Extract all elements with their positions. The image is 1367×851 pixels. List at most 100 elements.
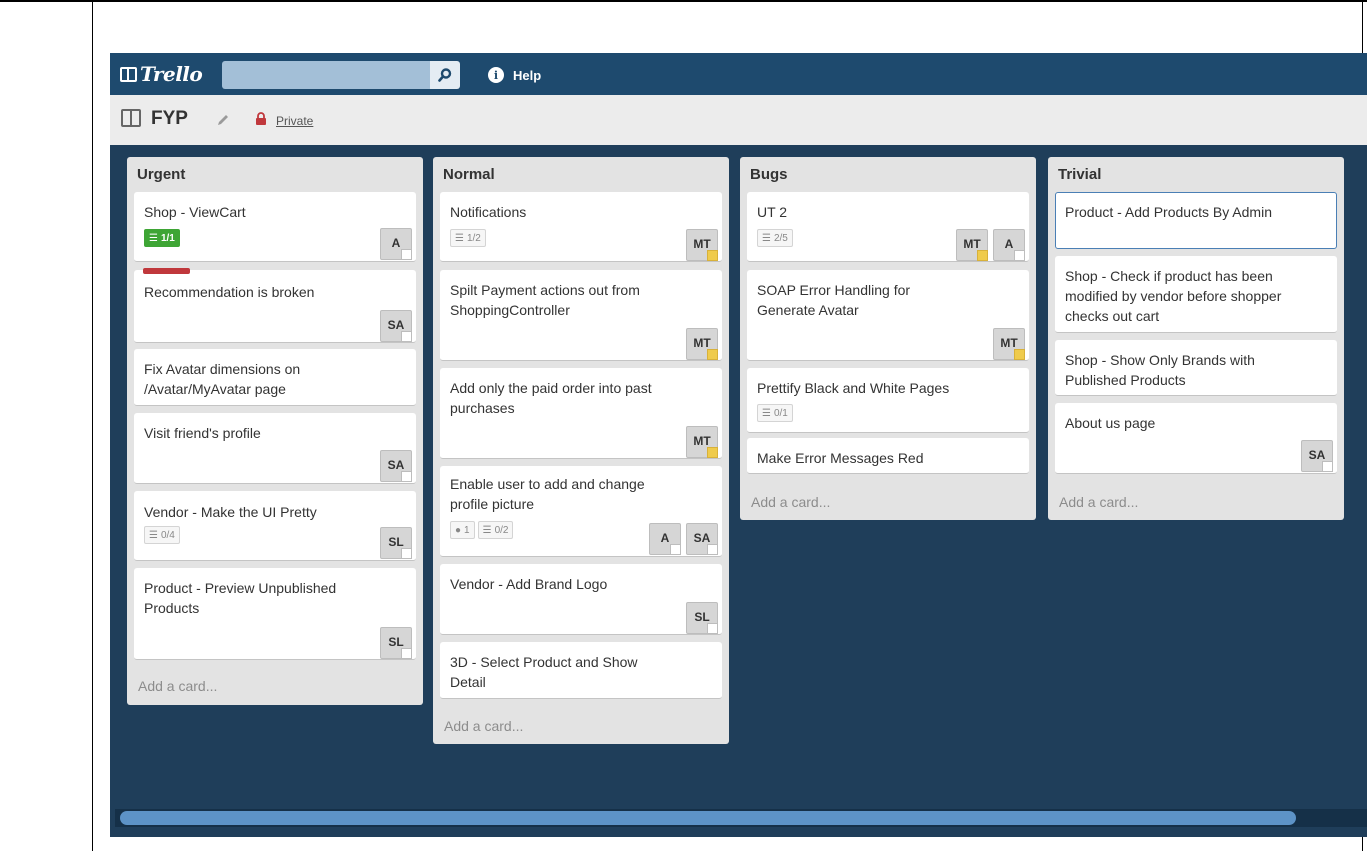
card-badges: ☰ 2/5	[757, 229, 793, 247]
card-vendor-brand-logo[interactable]: Vendor - Add Brand Logo SL	[440, 564, 722, 635]
comment-count: 1	[464, 524, 470, 536]
member-avatar[interactable]: MT	[993, 328, 1025, 360]
board-icon	[121, 109, 141, 127]
lock-icon	[256, 112, 266, 125]
member-avatar[interactable]: SA	[1301, 440, 1333, 472]
member-avatar[interactable]: MT	[686, 229, 718, 261]
horizontal-scrollbar-thumb[interactable]	[120, 811, 1296, 825]
card-title: UT 2	[757, 204, 788, 220]
top-bar: Trello i Help	[110, 53, 1367, 95]
checklist-icon: ☰	[762, 232, 771, 244]
card-title: Recommendation is broken	[144, 284, 315, 300]
member-avatar[interactable]: A	[649, 523, 681, 555]
checklist-count: 1/2	[466, 232, 481, 244]
member-avatar[interactable]: SL	[380, 527, 412, 559]
pencil-icon[interactable]	[216, 113, 230, 127]
help-button[interactable]: i Help	[488, 65, 541, 85]
card-title: Add only the paid order into past purcha…	[450, 380, 652, 416]
list-title[interactable]: Normal	[443, 166, 495, 183]
card-ut-2[interactable]: UT 2 ☰ 2/5 MT A	[747, 192, 1029, 262]
card-vendor-ui-pretty[interactable]: Vendor - Make the UI Pretty ☰ 0/4 SL	[134, 491, 416, 561]
checklist-icon: ☰	[149, 232, 158, 244]
checklist-badge: ☰ 0/4	[144, 526, 180, 544]
list-trivial: Trivial Product - Add Products By Admin …	[1048, 157, 1344, 520]
list-title[interactable]: Trivial	[1058, 166, 1101, 183]
card-add-products-by-admin[interactable]: Product - Add Products By Admin	[1055, 192, 1337, 249]
member-avatar[interactable]: A	[380, 228, 412, 260]
checklist-icon: ☰	[482, 524, 492, 536]
board-title[interactable]: FYP	[151, 108, 188, 130]
member-avatar[interactable]: SA	[380, 450, 412, 482]
card-title: Fix Avatar dimensions on /Avatar/MyAvata…	[144, 361, 301, 397]
logo-text: Trello	[140, 62, 203, 86]
checklist-count: 0/4	[160, 529, 175, 541]
card-soap-error-handling[interactable]: SOAP Error Handling for Generate Avatar …	[747, 270, 1029, 361]
member-avatar[interactable]: MT	[686, 328, 718, 360]
member-avatar[interactable]: MT	[686, 426, 718, 458]
add-card-link[interactable]: Add a card...	[138, 678, 217, 694]
card-title: Prettify Black and White Pages	[757, 380, 950, 396]
board-header: FYP Private	[110, 95, 1367, 145]
list-title[interactable]: Urgent	[137, 166, 185, 183]
search-icon	[438, 68, 452, 82]
trello-logo[interactable]: Trello	[120, 62, 203, 86]
card-check-modified-by-vendor[interactable]: Shop - Check if product has been modifie…	[1055, 256, 1337, 333]
member-avatar[interactable]: SL	[380, 627, 412, 659]
card-title: Product - Add Products By Admin	[1065, 204, 1272, 220]
comment-badge: ● 1	[450, 521, 475, 539]
member-avatar[interactable]: MT	[956, 229, 988, 261]
card-show-only-brands[interactable]: Shop - Show Only Brands with Published P…	[1055, 340, 1337, 396]
comment-icon: ●	[455, 524, 462, 536]
checklist-icon: ☰	[762, 407, 771, 419]
card-title: Shop - Check if product has been modifie…	[1065, 268, 1282, 324]
card-title: Vendor - Make the UI Pretty	[144, 504, 317, 520]
card-fix-avatar-dimensions[interactable]: Fix Avatar dimensions on /Avatar/MyAvata…	[134, 349, 416, 406]
trello-window: Trello i Help FYP Private Urgent Shop - …	[110, 53, 1367, 837]
card-title: 3D - Select Product and Show Detail	[450, 654, 638, 690]
search-input[interactable]	[222, 61, 430, 89]
card-title: Notifications	[450, 204, 527, 220]
privacy-link[interactable]: Private	[276, 114, 313, 128]
card-notifications[interactable]: Notifications ☰ 1/2 MT	[440, 192, 722, 262]
checklist-badge: ☰ 0/2	[477, 521, 514, 539]
card-shop-viewcart[interactable]: Shop - ViewCart ☰ 1/1 A	[134, 192, 416, 262]
help-label: Help	[513, 67, 542, 83]
card-visit-friends-profile[interactable]: Visit friend's profile SA	[134, 413, 416, 484]
member-avatar[interactable]: SA	[686, 523, 718, 555]
screenshot-stage: Trello i Help FYP Private Urgent Shop - …	[0, 0, 1367, 851]
card-prettify-pages[interactable]: Prettify Black and White Pages ☰ 0/1	[747, 368, 1029, 433]
add-card-link[interactable]: Add a card...	[1059, 494, 1138, 510]
card-title: Visit friend's profile	[144, 425, 261, 441]
card-title: Spilt Payment actions out from ShoppingC…	[450, 282, 640, 318]
card-badges: ☰ 1/1	[144, 229, 180, 247]
card-about-us-page[interactable]: About us page SA	[1055, 403, 1337, 474]
card-title: Vendor - Add Brand Logo	[450, 576, 608, 592]
card-3d-select-product[interactable]: 3D - Select Product and Show Detail	[440, 642, 722, 699]
list-bugs: Bugs UT 2 ☰ 2/5 MT A SOAP Error Handling…	[740, 157, 1036, 520]
add-card-link[interactable]: Add a card...	[444, 718, 523, 734]
list-title[interactable]: Bugs	[750, 166, 788, 183]
search-button[interactable]	[430, 61, 460, 89]
card-title: Product - Preview Unpublished Products	[144, 580, 337, 616]
member-avatar[interactable]: SA	[380, 310, 412, 342]
card-title: SOAP Error Handling for Generate Avatar	[757, 282, 911, 318]
card-title: Shop - Show Only Brands with Published P…	[1065, 352, 1255, 388]
frame-top-line	[0, 0, 1367, 2]
checklist-count: 0/1	[773, 407, 788, 419]
card-recommendation-broken[interactable]: Recommendation is broken SA	[134, 268, 416, 343]
card-paid-order-past-purchases[interactable]: Add only the paid order into past purcha…	[440, 368, 722, 459]
member-avatar[interactable]: A	[993, 229, 1025, 261]
card-split-payment[interactable]: Spilt Payment actions out from ShoppingC…	[440, 270, 722, 361]
red-label	[143, 268, 190, 274]
trello-logo-icon	[120, 66, 137, 82]
add-card-link[interactable]: Add a card...	[751, 494, 830, 510]
member-avatar[interactable]: SL	[686, 602, 718, 634]
card-preview-unpublished[interactable]: Product - Preview Unpublished Products S…	[134, 568, 416, 660]
card-title: About us page	[1065, 415, 1156, 431]
checklist-badge: ☰ 1/2	[450, 229, 486, 247]
card-error-messages-red[interactable]: Make Error Messages Red	[747, 438, 1029, 474]
checklist-icon: ☰	[149, 529, 158, 541]
card-title: Shop - ViewCart	[144, 204, 246, 220]
checklist-count: 2/5	[773, 232, 788, 244]
card-profile-picture[interactable]: Enable user to add and change profile pi…	[440, 466, 722, 557]
